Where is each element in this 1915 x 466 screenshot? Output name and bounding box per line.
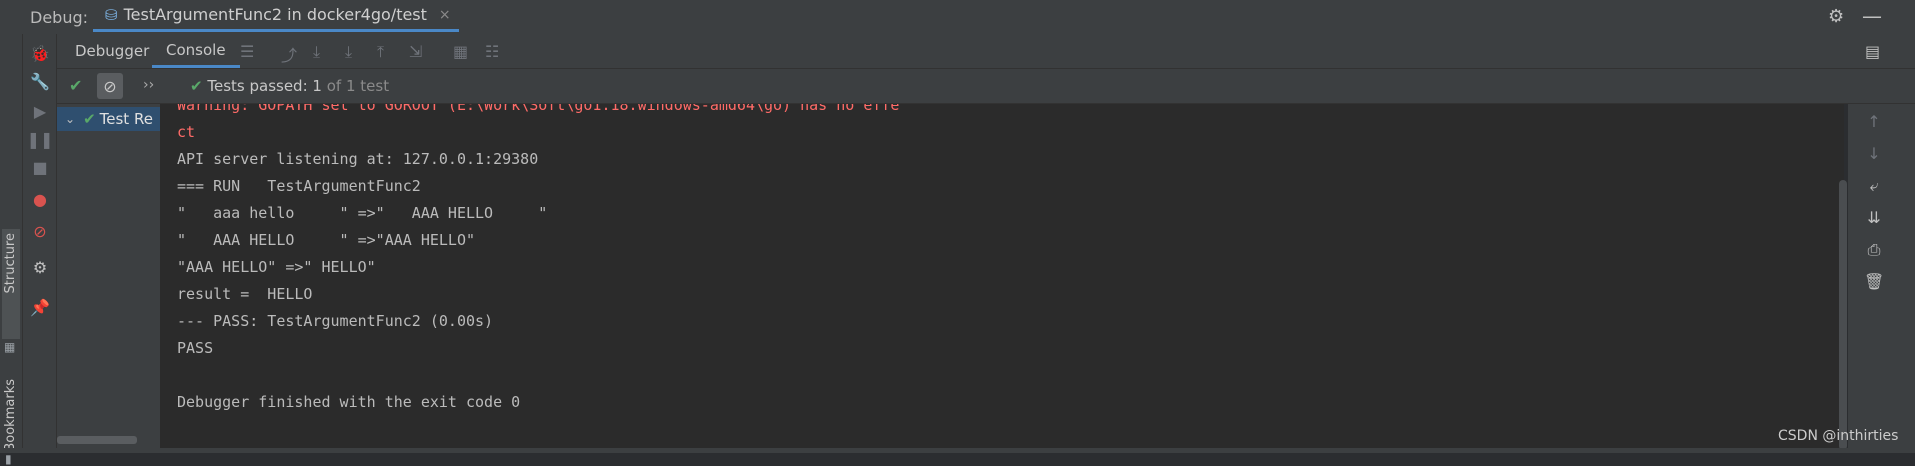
tab-debugger[interactable]: Debugger [75,34,149,68]
step-over-icon[interactable]: ⤓ [313,42,320,62]
show-passed-icon[interactable]: ✔ [69,76,82,95]
layout-icon[interactable]: ☰ [240,42,254,61]
bookmark-icon: ▮ [5,452,12,466]
go-test-icon: ⛁ [105,5,118,24]
trash-icon[interactable]: 🗑 [1864,272,1884,291]
trace-icon[interactable]: ☷ [485,42,499,61]
pause-icon[interactable]: ❚❚ [27,128,54,150]
minimize-icon[interactable]: — [1862,4,1882,28]
watermark: CSDN @inthirties [1778,428,1899,444]
pin-icon[interactable]: 📌 [29,296,51,318]
console-line: result = HELLO [177,285,313,303]
test-results-label: Test Re [99,110,153,128]
mute-breakpoints-icon[interactable]: ⊘ [29,220,51,242]
console-line: --- PASS: TestArgumentFunc2 (0.00s) [177,312,494,330]
tab-console[interactable]: Console [152,34,240,68]
console-line: " AAA HELLO " =>"AAA HELLO" [177,231,476,249]
evaluate-expression-icon[interactable]: ▦ [453,42,468,61]
console-line: ct [177,123,196,141]
tests-passed-count: 1 [312,77,322,95]
console-line: Warning: GOPATH set to GOROOT (E:\Work\S… [177,104,900,114]
console-line: Debugger finished with the exit code 0 [177,393,521,411]
chevron-down-icon[interactable]: ⌄ [65,112,75,126]
tab-debugger-label: Debugger [75,42,150,60]
show-execution-point-icon[interactable]: ⤴ [281,42,297,66]
print-icon[interactable]: ⎙ [1864,240,1884,260]
tab-console-label: Console [166,40,226,59]
gear-icon[interactable]: ⚙ [1828,6,1844,27]
layout-settings-icon[interactable]: ▤ [1865,42,1880,61]
passed-icon: ✔ [83,110,96,128]
debug-session-tab[interactable]: ⛁ TestArgumentFunc2 in docker4go/test × [93,0,459,32]
console-line: " aaa hello " =>" AAA HELLO " [177,204,548,222]
tests-passed-label: Tests passed: [207,77,308,95]
tree-horizontal-scrollbar[interactable] [57,436,137,444]
passed-check-icon: ✔ [190,77,203,95]
arrow-up-icon[interactable]: ↑ [1864,112,1884,131]
console-line: PASS [177,339,214,357]
test-tree: ⌄ ✔ Test Re [57,104,161,453]
console-line: === RUN TestArgumentFunc2 [177,177,421,195]
console-vertical-scrollbar[interactable] [1839,180,1847,450]
test-status-bar: ✔ ⊘ ›› ✔ Tests passed: 1 of 1 test [57,69,1915,104]
structure-icon: ▦ [4,340,16,354]
outer-tool-strip: Structure ▦ Bookmarks ▮ [0,34,23,466]
tests-passed-summary: ✔ Tests passed: 1 of 1 test [190,77,389,95]
step-into-icon[interactable]: ⤓ [345,42,352,62]
test-results-node[interactable]: ⌄ ✔ Test Re [57,107,160,131]
debug-tabs-toolbar: Debugger Console ☰ ⤴ ⤓ ⤓ ⤒ ⇲ ▦ ☷ ▤ [57,34,1915,69]
console-side-toolbar: ↑ ↓ ⤶ ⇊ ⎙ 🗑 [1848,104,1915,453]
soft-wrap-icon[interactable]: ⤶ [1864,176,1884,196]
session-tab-label: TestArgumentFunc2 in docker4go/test [123,5,427,24]
scroll-to-end-icon[interactable]: ⇊ [1864,208,1884,227]
resume-icon[interactable]: ▶ [29,100,51,122]
debug-label: Debug: [30,8,89,27]
close-icon[interactable]: × [439,7,451,23]
structure-tab[interactable]: Structure [2,229,20,339]
arrow-down-icon[interactable]: ↓ [1864,144,1884,163]
run-to-cursor-icon[interactable]: ⇲ [409,42,422,61]
bookmarks-label[interactable]: Bookmarks [3,379,18,452]
view-breakpoints-icon[interactable]: ● [29,188,51,210]
step-out-icon[interactable]: ⤒ [377,42,384,62]
tests-total: of 1 test [326,77,390,95]
console-line: API server listening at: 127.0.0.1:29380 [177,150,539,168]
settings-icon[interactable]: ⚙ [29,256,51,278]
more-icon[interactable]: ›› [143,77,154,93]
wrench-icon[interactable]: 🔧 [29,70,51,92]
show-ignored-icon[interactable]: ⊘ [97,73,123,99]
bottom-border [0,448,1915,453]
debugger-action-strip: 🐞 🔧 ▶ ❚❚ ■ ● ⊘ ⚙ 📌 [23,34,57,453]
console-output[interactable]: Warning: GOPATH set to GOROOT (E:\Work\S… [161,104,1844,453]
stop-icon[interactable]: ■ [29,156,51,178]
console-line: "AAA HELLO" =>" HELLO" [177,258,376,276]
structure-label: Structure [3,233,18,294]
debug-title-bar: Debug: ⛁ TestArgumentFunc2 in docker4go/… [0,0,1915,35]
bug-icon[interactable]: 🐞 [29,42,51,64]
